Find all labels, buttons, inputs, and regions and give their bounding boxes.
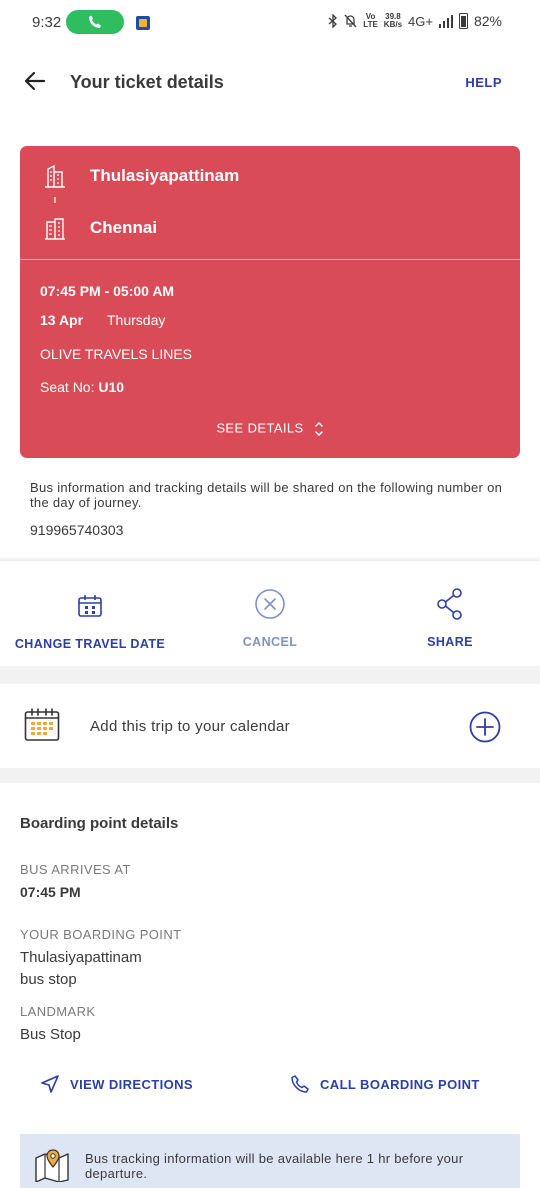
change-travel-date-label: CHANGE TRAVEL DATE	[14, 637, 166, 651]
battery-icon	[458, 13, 468, 29]
contact-phone: 919965740303	[30, 522, 124, 538]
ticket-actions: CHANGE TRAVEL DATE CANCEL SHARE	[0, 560, 540, 666]
phone-call-icon	[89, 15, 101, 28]
navigation-arrow-icon	[41, 1075, 59, 1093]
network-type: 4G+	[408, 13, 433, 29]
change-travel-date-button[interactable]: CHANGE TRAVEL DATE	[0, 589, 180, 651]
share-button[interactable]: SHARE	[360, 587, 540, 649]
see-details-button[interactable]: SEE DETAILS	[20, 420, 520, 438]
bus-arrives-label: BUS ARRIVES AT	[20, 862, 131, 877]
building-icon	[45, 218, 65, 240]
battery-percent: 82%	[473, 13, 502, 29]
card-divider	[20, 259, 520, 260]
help-link[interactable]: HELP	[465, 75, 502, 90]
status-bar: 9:32 Vo LTE 39.8 KB/s 4G+ 82%	[0, 0, 540, 46]
boarding-point-section: Boarding point details BUS ARRIVES AT 07…	[0, 783, 540, 1188]
to-city: Chennai	[90, 218, 158, 237]
page-title: Your ticket details	[70, 72, 224, 92]
tracking-info-text: Bus tracking information will be availab…	[85, 1151, 464, 1181]
mute-bell-icon	[344, 14, 357, 28]
ongoing-call-pill[interactable]	[66, 10, 124, 34]
calendar-icon	[24, 708, 60, 741]
phone-icon	[291, 1075, 309, 1093]
contact-info-text: Bus information and tracking details wil…	[30, 480, 503, 510]
route-connector	[54, 197, 56, 203]
cancel-circle-icon	[255, 589, 285, 619]
bluetooth-icon	[328, 14, 338, 28]
landmark-label: LANDMARK	[20, 1004, 96, 1019]
from-city: Thulasiyapattinam	[90, 166, 240, 185]
building-icon	[45, 164, 65, 188]
call-boarding-point-label: CALL BOARDING POINT	[320, 1076, 480, 1092]
share-label: SHARE	[427, 635, 473, 649]
view-directions-button[interactable]: VIEW DIRECTIONS	[40, 1074, 193, 1094]
network-speed: 39.8 KB/s	[383, 12, 403, 29]
cancel-label: CANCEL	[242, 635, 298, 649]
add-to-calendar-row[interactable]: Add this trip to your calendar	[0, 684, 540, 768]
volte-indicator: Vo LTE	[363, 12, 378, 29]
map-pin-icon	[35, 1149, 69, 1182]
add-circle-icon[interactable]	[469, 711, 501, 743]
view-directions-label: VIEW DIRECTIONS	[70, 1076, 194, 1092]
add-to-calendar-label: Add this trip to your calendar	[90, 718, 290, 735]
app-notification-icon	[136, 16, 150, 30]
share-icon	[437, 588, 462, 620]
back-arrow-icon[interactable]	[24, 70, 46, 92]
landmark-value: Bus Stop	[20, 1026, 81, 1043]
status-time: 9:32	[32, 14, 62, 31]
see-details-label: SEE DETAILS	[216, 420, 304, 436]
tracking-info-banner: Bus tracking information will be availab…	[20, 1134, 520, 1188]
cancel-button[interactable]: CANCEL	[180, 587, 360, 649]
ticket-card: Thulasiyapattinam Chennai 07:45 PM - 05:…	[20, 146, 520, 458]
call-boarding-point-button[interactable]: CALL BOARDING POINT	[290, 1074, 480, 1094]
bus-operator: OLIVE TRAVELS LINES	[40, 346, 192, 362]
to-city-row: Chennai	[44, 216, 157, 240]
boarding-point-detail: bus stop	[20, 971, 77, 988]
status-indicators: Vo LTE 39.8 KB/s 4G+ 82%	[328, 13, 502, 29]
boarding-point-label: YOUR BOARDING POINT	[20, 927, 182, 942]
bus-arrives-time: 07:45 PM	[20, 884, 81, 900]
trip-day: Thursday	[107, 312, 166, 328]
trip-time-range: 07:45 PM - 05:00 AM	[40, 283, 175, 299]
seat-info: Seat No: U10	[40, 379, 124, 395]
from-city-row: Thulasiyapattinam	[44, 164, 239, 188]
seat-label: Seat No:	[40, 379, 95, 395]
seat-number: U10	[98, 379, 125, 395]
signal-icon	[438, 14, 453, 28]
expand-chevrons-icon	[314, 422, 323, 436]
app-header: Your ticket details HELP	[0, 46, 540, 122]
trip-date: 13 Apr	[40, 312, 84, 328]
boarding-point-name: Thulasiyapattinam	[20, 949, 142, 966]
boarding-section-title: Boarding point details	[20, 815, 179, 832]
calendar-icon	[78, 595, 102, 617]
